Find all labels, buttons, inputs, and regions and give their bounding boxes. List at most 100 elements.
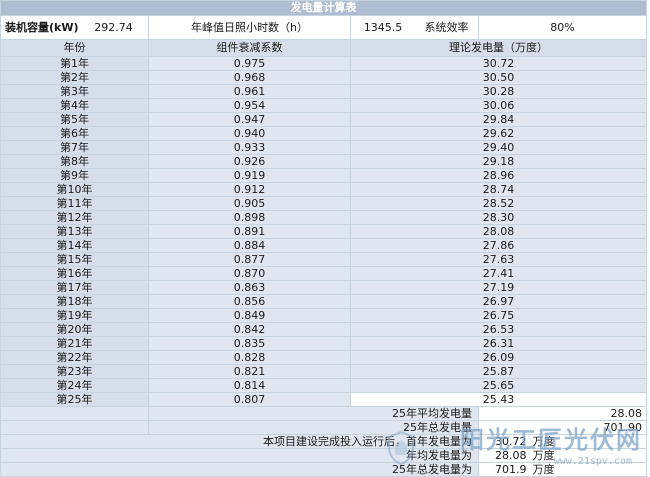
power-cell: 27.86: [350, 238, 647, 253]
decay-cell: 0.849: [148, 308, 351, 323]
power-cell: 28.08: [350, 224, 647, 239]
decay-cell: 0.842: [148, 322, 351, 337]
year-cell: 第14年: [0, 238, 149, 253]
decay-cell: 0.807: [148, 392, 351, 407]
table-row: 第11年 0.905 28.52: [0, 196, 647, 211]
power-cell: 26.97: [350, 294, 647, 309]
table-row: 第4年 0.954 30.06: [0, 98, 647, 113]
unit-label: 万度: [532, 463, 555, 476]
grand-total-value-cell: 701.9 万度: [478, 462, 647, 477]
unit-label: 万度: [532, 435, 555, 448]
table-row: 第13年 0.891 28.08: [0, 224, 647, 239]
power-cell: 25.87: [350, 364, 647, 379]
table-row: 第6年 0.940 29.62: [0, 126, 647, 141]
power-cell: 29.62: [350, 126, 647, 141]
first-year-label: 本项目建设完成投入运行后，首年发电量为: [0, 434, 479, 449]
year-cell: 第18年: [0, 294, 149, 309]
first-year-value: 30.72: [495, 435, 527, 448]
decay-cell: 0.912: [148, 182, 351, 197]
decay-cell: 0.884: [148, 238, 351, 253]
first-year-value-cell: 30.72 万度: [478, 434, 647, 449]
total25-label: 25年总发电量: [148, 420, 479, 435]
decay-cell: 0.821: [148, 364, 351, 379]
decay-cell: 0.933: [148, 140, 351, 155]
year-cell: 第19年: [0, 308, 149, 323]
power-cell: 26.53: [350, 322, 647, 337]
year-cell: 第24年: [0, 378, 149, 393]
summary-row-annual-avg: 年均发电量为 28.08 万度: [0, 448, 647, 463]
power-cell: 28.96: [350, 168, 647, 183]
power-cell: 27.41: [350, 266, 647, 281]
parameters-row: 装机容量(kW) 292.74 年峰值日照小时数（h） 1345.5 系统效率 80%: [0, 15, 647, 40]
decay-cell: 0.905: [148, 196, 351, 211]
table-row: 第23年 0.821 25.87: [0, 364, 647, 379]
column-header-decay: 组件衰减系数: [148, 39, 351, 57]
year-cell: 第5年: [0, 112, 149, 127]
calculation-sheet: 发电量计算表 装机容量(kW) 292.74 年峰值日照小时数（h） 1345.5 系统…: [0, 0, 650, 477]
year-cell: 第7年: [0, 140, 149, 155]
power-cell: 28.30: [350, 210, 647, 225]
table-row: 第18年 0.856 26.97: [0, 294, 647, 309]
table-row: 第15年 0.877 27.63: [0, 252, 647, 267]
power-cell: 30.50: [350, 70, 647, 85]
year-cell: 第9年: [0, 168, 149, 183]
column-header-row: 年份 组件衰减系数 理论发电量（万度）: [0, 39, 647, 57]
year-cell: 第15年: [0, 252, 149, 267]
summary-row-avg: 25年平均发电量 28.08: [0, 406, 647, 421]
decay-cell: 0.870: [148, 266, 351, 281]
table-row: 第19年 0.849 26.75: [0, 308, 647, 323]
power-cell: 25.65: [350, 378, 647, 393]
table-row: 第3年 0.961 30.28: [0, 84, 647, 99]
year-cell: 第20年: [0, 322, 149, 337]
year-cell: 第4年: [0, 98, 149, 113]
capacity-label: 装机容量(kW): [5, 21, 79, 34]
table-row: 第5年 0.947 29.84: [0, 112, 647, 127]
year-cell: 第22年: [0, 350, 149, 365]
table-row: 第21年 0.835 26.31: [0, 336, 647, 351]
year-cell: 第11年: [0, 196, 149, 211]
sun-efficiency-cell: 1345.5 系统效率: [350, 15, 479, 40]
blank-cell: [0, 420, 149, 435]
power-cell: 29.40: [350, 140, 647, 155]
sheet-title: 发电量计算表: [0, 0, 647, 16]
annual-avg-value-cell: 28.08 万度: [478, 448, 647, 463]
power-cell: 28.74: [350, 182, 647, 197]
decay-cell: 0.814: [148, 378, 351, 393]
table-row: 第16年 0.870 27.41: [0, 266, 647, 281]
table-row: 第9年 0.919 28.96: [0, 168, 647, 183]
sun-hours-label: 年峰值日照小时数（h）: [148, 15, 351, 40]
power-generation-table: 发电量计算表 装机容量(kW) 292.74 年峰值日照小时数（h） 1345.5 系统…: [0, 0, 647, 477]
capacity-value: 292.74: [94, 21, 133, 34]
decay-cell: 0.863: [148, 280, 351, 295]
sun-hours-value: 1345.5: [363, 21, 403, 34]
table-row: 第1年 0.975 30.72: [0, 56, 647, 71]
year-cell: 第13年: [0, 224, 149, 239]
table-row: 第7年 0.933 29.40: [0, 140, 647, 155]
decay-cell: 0.919: [148, 168, 351, 183]
unit-label: 万度: [532, 449, 555, 462]
annual-avg-label: 年均发电量为: [0, 448, 479, 463]
title-row: 发电量计算表: [0, 0, 647, 16]
power-cell: 30.72: [350, 56, 647, 71]
power-cell: 29.84: [350, 112, 647, 127]
decay-cell: 0.954: [148, 98, 351, 113]
year-cell: 第3年: [0, 84, 149, 99]
decay-cell: 0.891: [148, 224, 351, 239]
power-cell: 26.75: [350, 308, 647, 323]
power-cell: 29.18: [350, 154, 647, 169]
summary-row-first-year: 本项目建设完成投入运行后，首年发电量为 30.72 万度: [0, 434, 647, 449]
table-row: 第17年 0.863 27.19: [0, 280, 647, 295]
capacity-cell: 装机容量(kW) 292.74: [0, 15, 149, 40]
decay-cell: 0.856: [148, 294, 351, 309]
summary-row-total: 25年总发电量 701.90: [0, 420, 647, 435]
table-row: 第25年 0.807 25.43: [0, 392, 647, 407]
year-cell: 第2年: [0, 70, 149, 85]
decay-cell: 0.877: [148, 252, 351, 267]
table-row: 第2年 0.968 30.50: [0, 70, 647, 85]
decay-cell: 0.968: [148, 70, 351, 85]
power-cell: 30.06: [350, 98, 647, 113]
power-cell: 30.28: [350, 84, 647, 99]
annual-avg-value: 28.08: [495, 449, 527, 462]
decay-cell: 0.975: [148, 56, 351, 71]
table-row: 第10年 0.912 28.74: [0, 182, 647, 197]
